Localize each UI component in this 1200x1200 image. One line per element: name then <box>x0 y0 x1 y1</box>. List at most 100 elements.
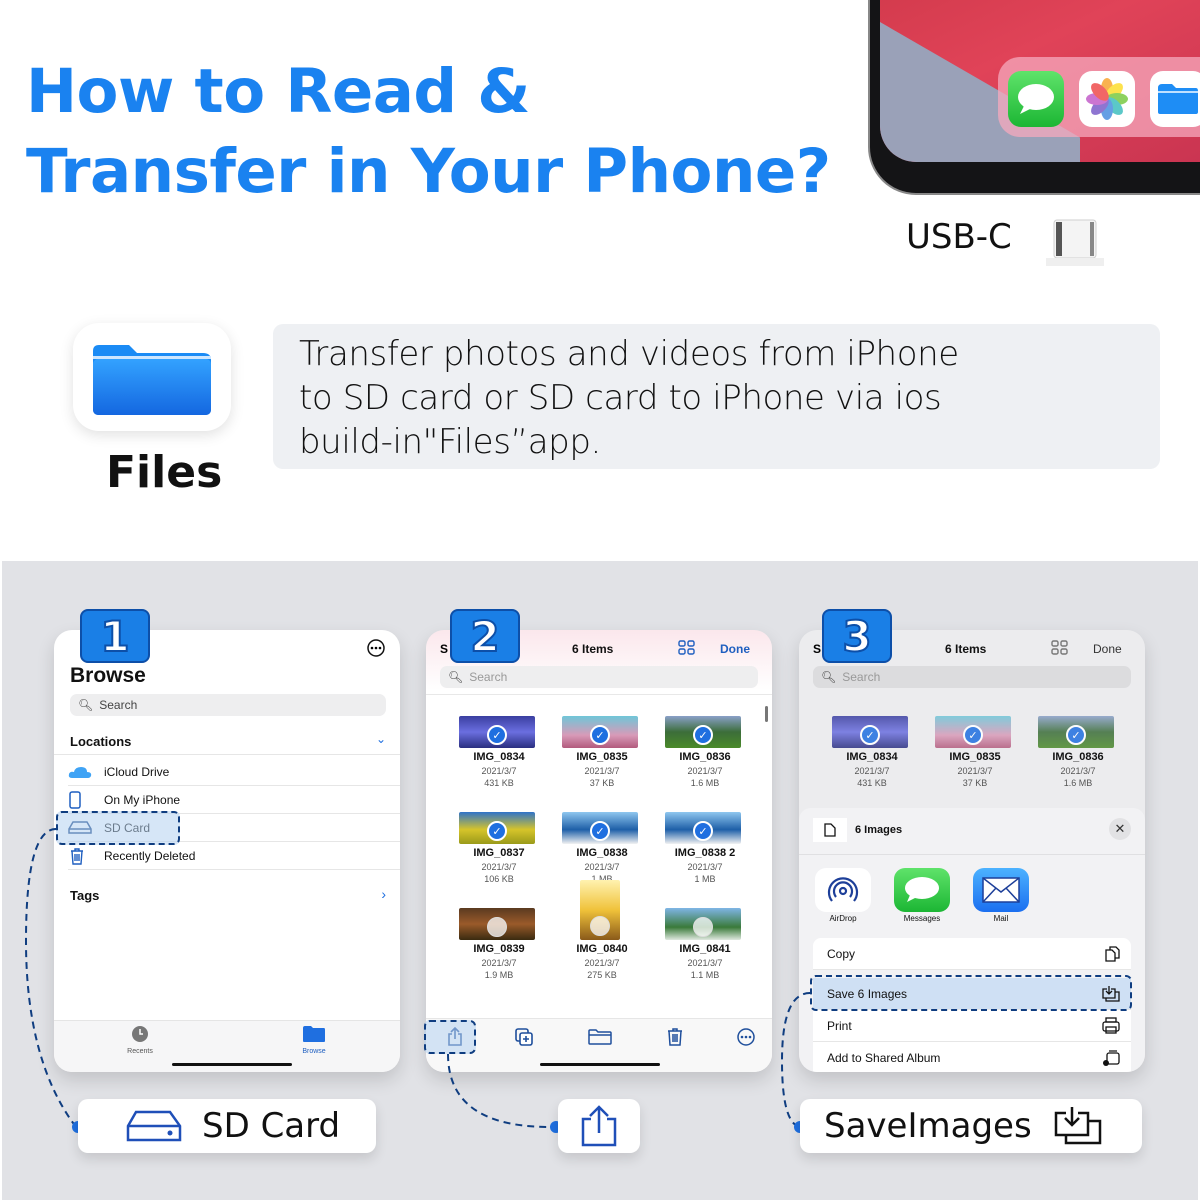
file-thumbnail[interactable] <box>459 908 535 940</box>
location-icloud-drive[interactable]: iCloud Drive <box>68 758 400 786</box>
location-label: iCloud Drive <box>104 764 170 779</box>
selected-check-icon[interactable]: ✓ <box>487 821 507 841</box>
file-date: 2021/3/7 <box>584 958 620 968</box>
share-app-label: Mail <box>993 914 1009 923</box>
action-label: Print <box>827 1018 852 1033</box>
done-button[interactable]: Done <box>1093 642 1122 656</box>
files-app-label: Files <box>106 447 223 498</box>
shared-album-icon <box>1103 1050 1120 1066</box>
file-thumbnail[interactable]: ✓ <box>1038 716 1114 748</box>
selected-check-icon[interactable]: ✓ <box>590 821 610 841</box>
file-thumbnail[interactable]: ✓ <box>459 716 535 748</box>
location-label: Recently Deleted <box>104 848 196 863</box>
step-2-select-screen: S 6 Items Done 🔍︎ Search ✓ IMG_0834 2021/3… <box>426 630 772 1072</box>
chevron-right-icon[interactable]: › <box>381 886 386 902</box>
browse-search-input[interactable]: 🔍︎ Search <box>70 694 386 716</box>
headline: How to Read & Transfer in Your Phone? <box>26 52 831 212</box>
file-size: 1.9 MB <box>484 970 514 980</box>
file-name: IMG_0840 <box>576 943 628 955</box>
grid-view-icon[interactable] <box>1051 640 1069 661</box>
close-icon[interactable]: ✕ <box>1109 818 1131 840</box>
share-app-label: AirDrop <box>829 914 857 923</box>
more-icon[interactable] <box>736 1027 756 1052</box>
messages-app-button[interactable] <box>894 868 950 912</box>
chevron-down-icon[interactable]: ⌄ <box>376 732 386 746</box>
mail-app-button[interactable] <box>973 868 1029 912</box>
selected-check-icon[interactable]: ✓ <box>1066 725 1086 745</box>
callout-share <box>558 1099 640 1153</box>
file-date: 2021/3/7 <box>481 862 517 872</box>
file-size: 431 KB <box>857 778 887 788</box>
action-label: Add to Shared Album <box>827 1051 941 1065</box>
unselected-circle-icon[interactable] <box>487 917 507 937</box>
description-box: Transfer photos and videos from iPhone t… <box>273 324 1160 469</box>
file-size: 1 MB <box>694 874 716 884</box>
action-add-shared-album[interactable]: Add to Shared Album <box>813 1042 1131 1072</box>
usb-c-label: USB-C <box>906 217 1012 257</box>
selected-check-icon[interactable]: ✓ <box>963 725 983 745</box>
scrollbar[interactable] <box>765 706 768 722</box>
select-button[interactable]: S <box>813 642 821 656</box>
trash-icon <box>68 847 104 865</box>
action-print[interactable]: Print <box>813 1010 1131 1042</box>
description-text: Transfer photos and videos from iPhone t… <box>299 334 959 462</box>
file-name: IMG_0834 <box>473 751 525 763</box>
duplicate-icon[interactable] <box>514 1027 534 1052</box>
more-options-icon[interactable] <box>366 638 386 663</box>
unselected-circle-icon[interactable] <box>693 917 713 937</box>
step-1-badge: 1 <box>80 609 150 663</box>
files-search-input[interactable]: 🔍︎ Search <box>440 666 758 688</box>
file-thumbnail[interactable] <box>580 880 620 940</box>
file-name: IMG_0838 <box>576 847 628 859</box>
file-name: IMG_0834 <box>846 751 898 763</box>
unselected-circle-icon[interactable] <box>590 916 610 936</box>
search-placeholder: Search <box>99 698 138 712</box>
selected-check-icon[interactable]: ✓ <box>693 821 713 841</box>
home-indicator <box>172 1063 292 1066</box>
file-thumbnail[interactable]: ✓ <box>459 812 535 844</box>
file-thumbnail[interactable]: ✓ <box>935 716 1011 748</box>
done-button[interactable]: Done <box>720 642 750 656</box>
tab-browse[interactable]: Browse <box>284 1025 344 1055</box>
file-date: 2021/3/7 <box>481 766 517 776</box>
airdrop-app-button[interactable] <box>815 868 871 912</box>
file-thumbnail[interactable]: ✓ <box>665 812 741 844</box>
selected-check-icon[interactable]: ✓ <box>693 725 713 745</box>
file-thumbnail[interactable]: ✓ <box>665 716 741 748</box>
trash-icon[interactable] <box>666 1027 684 1052</box>
locations-header: Locations <box>70 734 132 749</box>
tab-bar: Recents Browse <box>54 1020 400 1072</box>
files-app-dock-icon <box>1150 71 1200 127</box>
file-thumbnail[interactable] <box>665 908 741 940</box>
file-size: 37 KB <box>962 778 988 788</box>
file-name: IMG_0841 <box>679 943 731 955</box>
step-1-browse-screen: Browse 🔍︎ Search Locations ⌄ iCloud Driv… <box>54 630 400 1072</box>
file-name: IMG_0839 <box>473 943 525 955</box>
search-icon: 🔍︎ <box>78 698 94 712</box>
file-thumbnail[interactable]: ✓ <box>562 812 638 844</box>
folder-icon[interactable] <box>588 1029 612 1050</box>
tags-header[interactable]: Tags <box>70 888 99 903</box>
select-button[interactable]: S <box>440 642 448 656</box>
tab-recents[interactable]: Recents <box>110 1025 170 1055</box>
files-app-icon <box>73 323 231 431</box>
clock-icon <box>132 1026 148 1042</box>
selected-check-icon[interactable]: ✓ <box>860 725 880 745</box>
file-thumbnail[interactable]: ✓ <box>562 716 638 748</box>
file-thumbnail[interactable]: ✓ <box>832 716 908 748</box>
files-search-input[interactable]: 🔍︎ Search <box>813 666 1131 688</box>
selected-check-icon[interactable]: ✓ <box>590 725 610 745</box>
mail-icon <box>982 877 1020 903</box>
file-size: 1.6 MB <box>690 778 720 788</box>
file-date: 2021/3/7 <box>854 766 890 776</box>
location-recently-deleted[interactable]: Recently Deleted <box>68 842 400 870</box>
search-placeholder: Search <box>842 670 881 684</box>
sd-card-highlight <box>56 811 180 845</box>
copy-icon <box>1105 945 1120 962</box>
grid-view-icon[interactable] <box>678 640 696 661</box>
file-date: 2021/3/7 <box>687 766 723 776</box>
selected-check-icon[interactable]: ✓ <box>487 725 507 745</box>
tab-label: Recents <box>127 1048 153 1055</box>
location-on-my-iphone[interactable]: On My iPhone <box>68 786 400 814</box>
action-copy[interactable]: Copy <box>813 938 1131 970</box>
